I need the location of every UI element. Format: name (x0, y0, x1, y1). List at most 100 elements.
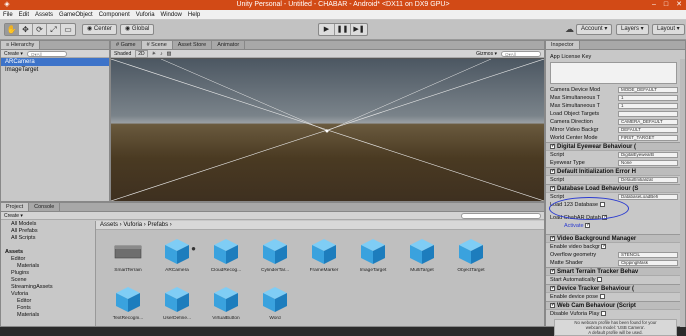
tree-item[interactable]: Vuforia (1, 291, 95, 298)
tab-asset-store[interactable]: Asset Store (173, 41, 213, 49)
asset-item[interactable]: CloudRecog... (206, 236, 246, 280)
menu-component[interactable]: Component (99, 12, 130, 18)
rotate-tool-icon[interactable]: ⟳ (33, 24, 47, 35)
digital-eyewear-header[interactable]: Digital Eyewear Behaviour ( (546, 142, 685, 151)
smart-terrain-header[interactable]: Smart Terrain Tracker Behav (546, 267, 685, 276)
overflow-dropdown[interactable]: STENCIL (618, 252, 678, 258)
activate-checkbox[interactable] (585, 221, 590, 229)
tree-item[interactable]: Fonts (1, 305, 95, 312)
device-pose-checkbox[interactable] (599, 294, 605, 300)
tree-item[interactable]: Scene (1, 277, 95, 284)
play-button[interactable]: ▶ (319, 24, 335, 35)
web-cam-header[interactable]: Web Cam Behaviour (Script (546, 301, 685, 310)
tree-item[interactable]: All Models (1, 221, 95, 228)
menu-help[interactable]: Help (188, 12, 200, 18)
hand-tool-icon[interactable]: ✋ (5, 24, 19, 35)
gizmos-dropdown[interactable]: Gizmos ▾ (476, 51, 497, 57)
component-enable-checkbox[interactable] (550, 143, 555, 150)
asset-item[interactable]: MultiTarget (402, 236, 442, 280)
inspector-scrollbar[interactable] (680, 59, 685, 327)
menu-vuforia[interactable]: Vuforia (136, 12, 155, 18)
scene-viewport[interactable] (111, 59, 544, 201)
eyewear-type-dropdown[interactable]: None (618, 160, 678, 166)
menu-file[interactable]: File (3, 12, 13, 18)
audio-toggle-icon[interactable]: ♪ (160, 51, 163, 57)
tree-item[interactable]: Editor (1, 298, 95, 305)
scale-tool-icon[interactable]: ⤢ (47, 24, 61, 35)
pause-button[interactable]: ❚❚ (335, 24, 351, 35)
menu-assets[interactable]: Assets (35, 12, 53, 18)
hierarchy-item-imagetarget[interactable]: ImageTarget (1, 66, 109, 74)
component-enable-checkbox[interactable] (550, 302, 555, 309)
layout-dropdown[interactable]: Layout ▾ (652, 24, 685, 35)
start-auto-checkbox[interactable] (597, 277, 603, 283)
tree-item[interactable]: All Prefabs (1, 228, 95, 235)
script-field[interactable]: DigitalEyewearB (618, 152, 678, 158)
step-button[interactable]: ▶❚ (351, 24, 367, 35)
minimize-button[interactable]: – (652, 0, 656, 10)
cloud-icon[interactable]: ☁ (565, 24, 574, 35)
tree-item[interactable]: Editor (1, 256, 95, 263)
asset-item[interactable]: UserDefine... (157, 284, 197, 328)
component-enable-checkbox[interactable] (550, 268, 555, 275)
component-enable-checkbox[interactable] (550, 168, 555, 175)
tree-item[interactable]: Plugins (1, 270, 95, 277)
video-bg-header[interactable]: Video Background Manager (546, 234, 685, 243)
database-load-header[interactable]: Database Load Behaviour (S (546, 184, 685, 193)
tree-item-assets[interactable]: Assets (1, 249, 95, 256)
asset-item[interactable]: SmartTerrain (108, 236, 148, 280)
menu-gameobject[interactable]: GameObject (59, 12, 93, 18)
enable-video-bg-checkbox[interactable] (601, 242, 607, 250)
lighting-toggle-icon[interactable]: ☀ (152, 51, 156, 57)
tab-game[interactable]: # Game (111, 41, 142, 49)
matte-shader-field[interactable]: ClippingMask (618, 260, 678, 266)
menu-window[interactable]: Window (161, 12, 182, 18)
breadcrumb[interactable]: Assets › Vuforia › Prefabs › (96, 221, 544, 230)
asset-item[interactable]: FrameMarker (304, 236, 344, 280)
component-enable-checkbox[interactable] (550, 185, 555, 192)
account-dropdown[interactable]: Account ▾ (576, 24, 613, 35)
inspector-row-value[interactable]: 1 (618, 103, 678, 109)
move-tool-icon[interactable]: ✥ (19, 24, 33, 35)
hierarchy-search-input[interactable]: Q▾All (26, 50, 67, 57)
pivot-center-button[interactable]: ◉ Center (82, 24, 117, 35)
hierarchy-create-button[interactable]: Create ▾ (4, 51, 23, 57)
project-create-button[interactable]: Create ▾ (4, 213, 23, 219)
script-field[interactable]: DatabaseLoadBeh (618, 194, 678, 200)
inspector-row-value[interactable]: MODE_DEFAULT (618, 87, 678, 93)
tab-hierarchy[interactable]: ≡ Hierarchy (1, 41, 41, 49)
app-license-field[interactable] (550, 62, 677, 84)
disable-play-checkbox[interactable] (600, 311, 606, 317)
asset-item[interactable]: CylinderTar... (255, 236, 295, 280)
script-field[interactable]: DefaultInitializat (618, 177, 678, 183)
layers-dropdown[interactable]: Layers ▾ (616, 24, 649, 35)
inspector-row-value[interactable]: 1 (618, 95, 678, 101)
hierarchy-item-arcamera[interactable]: ARCamera (1, 58, 109, 66)
device-tracker-header[interactable]: Device Tracker Behaviour ( (546, 284, 685, 293)
tree-item[interactable]: All Scripts (1, 235, 95, 242)
asset-item[interactable]: ImageTarget (353, 236, 393, 280)
component-enable-checkbox[interactable] (550, 235, 555, 242)
tab-scene[interactable]: # Scene (141, 41, 173, 49)
tree-item[interactable]: Materials (1, 263, 95, 270)
effects-toggle-icon[interactable]: ▨ (167, 51, 172, 57)
maximize-button[interactable]: □ (664, 0, 668, 10)
asset-item[interactable]: TextRecogni... (108, 284, 148, 328)
tree-item[interactable]: Materials (1, 312, 95, 319)
rect-tool-icon[interactable]: ▭ (61, 24, 75, 35)
inspector-row-value[interactable] (618, 111, 678, 117)
project-search-input[interactable] (461, 212, 541, 219)
inspector-row-value[interactable]: DEFAULT (618, 127, 678, 133)
default-init-header[interactable]: Default Initialization Error H (546, 167, 685, 176)
asset-item[interactable]: ● ARCamera (157, 236, 197, 280)
asset-item[interactable]: ObjectTarget (451, 236, 491, 280)
menu-edit[interactable]: Edit (19, 12, 29, 18)
tree-item[interactable]: StreamingAssets (1, 284, 95, 291)
scene-search-input[interactable]: Q▾All (501, 50, 541, 57)
component-enable-checkbox[interactable] (550, 285, 555, 292)
space-global-button[interactable]: ◉ Global (120, 24, 155, 35)
inspector-row-value[interactable]: FIRST_TARGET (618, 135, 678, 141)
shading-dropdown[interactable]: Shaded (114, 51, 131, 57)
tab-animator[interactable]: Animator (212, 41, 246, 49)
asset-item[interactable]: VirtualButton (206, 284, 246, 328)
